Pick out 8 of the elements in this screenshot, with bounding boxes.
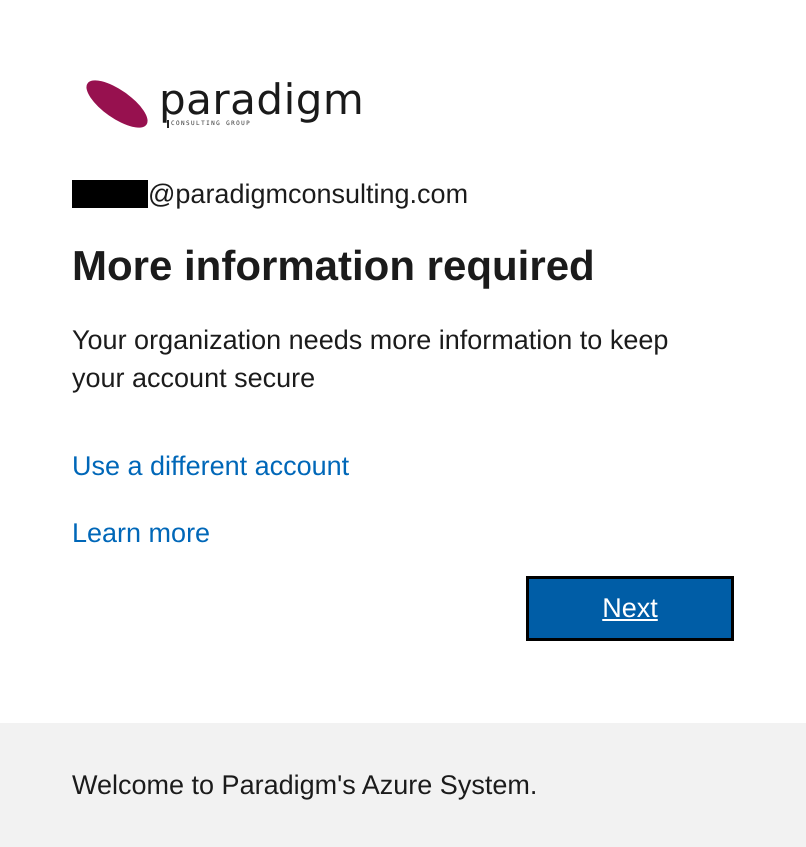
footer-text: Welcome to Paradigm's Azure System. (72, 769, 538, 801)
account-email: @paradigmconsulting.com (148, 178, 468, 210)
description-text: Your organization needs more information to keep your account secure (72, 324, 670, 395)
text-link[interactable]: Use a different account (72, 449, 350, 483)
logo-mark-icon (85, 79, 149, 129)
text-link[interactable]: Learn more (72, 516, 210, 550)
page-title: More information required (72, 241, 596, 291)
next-button[interactable]: Next (526, 576, 734, 641)
